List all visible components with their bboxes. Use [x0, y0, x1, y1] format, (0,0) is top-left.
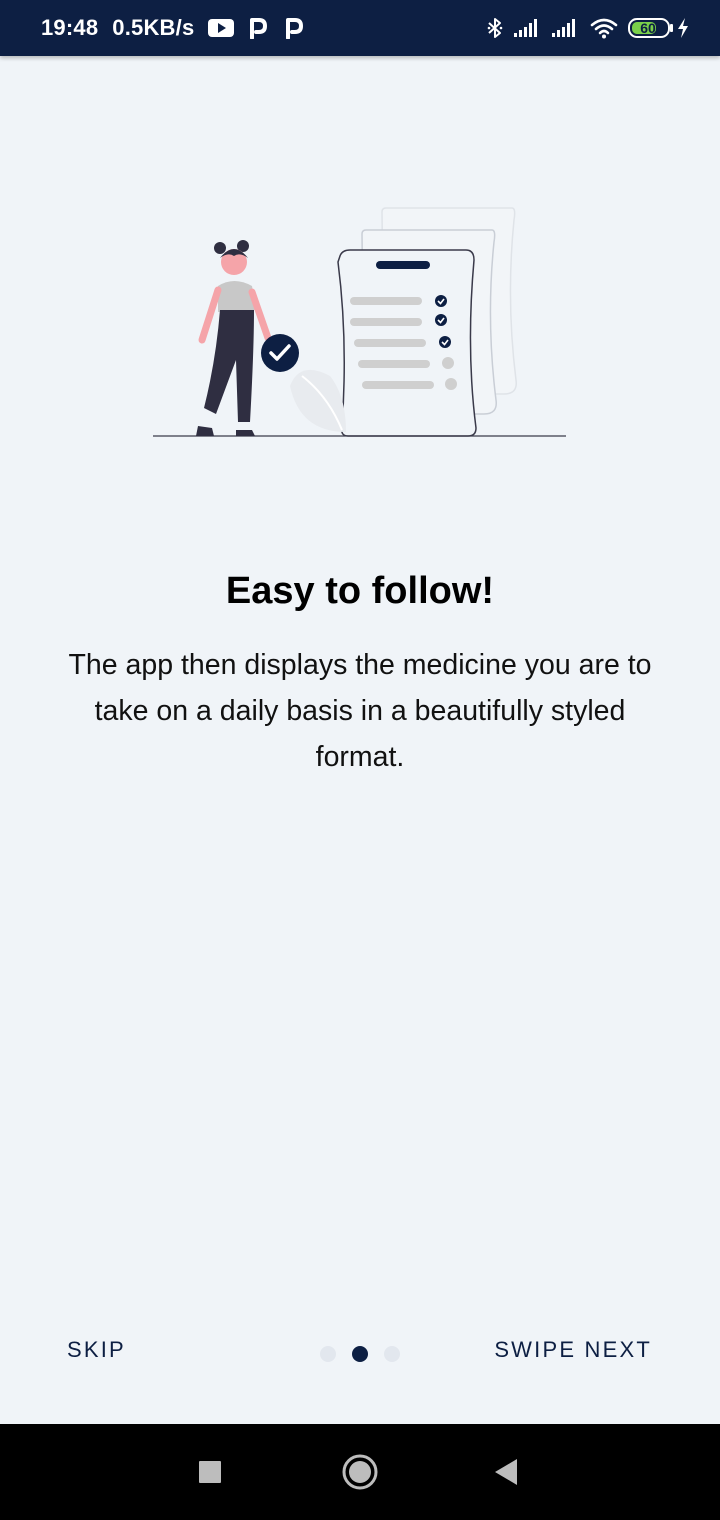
navigation-bar [0, 1424, 720, 1520]
network-speed: 0.5KB/s [112, 15, 195, 40]
youtube-icon [208, 18, 235, 38]
page-dot[interactable] [320, 1346, 336, 1362]
wifi-icon [590, 17, 618, 39]
charging-icon [676, 17, 690, 39]
circle-icon [342, 1454, 378, 1490]
recents-button[interactable] [170, 1424, 250, 1520]
battery-level: 60 [640, 20, 656, 36]
bluetooth-icon [486, 16, 504, 40]
status-bar: 19:48 0.5KB/s 60 [0, 0, 720, 56]
onboarding-description: The app then displays the medicine you a… [68, 649, 652, 773]
status-left: 19:48 0.5KB/s [41, 0, 304, 56]
status-time: 19:48 [41, 15, 99, 40]
back-button[interactable] [466, 1424, 546, 1520]
status-right: 60 [476, 0, 690, 56]
swipe-next-button[interactable]: SWIPE NEXT [494, 1330, 652, 1370]
page-dot[interactable] [384, 1346, 400, 1362]
home-button[interactable] [320, 1424, 400, 1520]
back-triangle-icon [495, 1459, 517, 1485]
square-icon [199, 1461, 221, 1483]
p-app-icon [284, 17, 304, 39]
signal-icon [514, 18, 542, 38]
skip-button[interactable]: SKIP [67, 1330, 126, 1370]
page-indicator [318, 1344, 402, 1364]
onboarding-illustration [150, 200, 570, 440]
signal-icon [552, 18, 580, 38]
onboarding-title: Easy to follow! [225, 570, 495, 612]
battery-icon: 60 [628, 18, 673, 38]
p-app-icon [248, 17, 268, 39]
page-dot-active[interactable] [352, 1346, 368, 1362]
